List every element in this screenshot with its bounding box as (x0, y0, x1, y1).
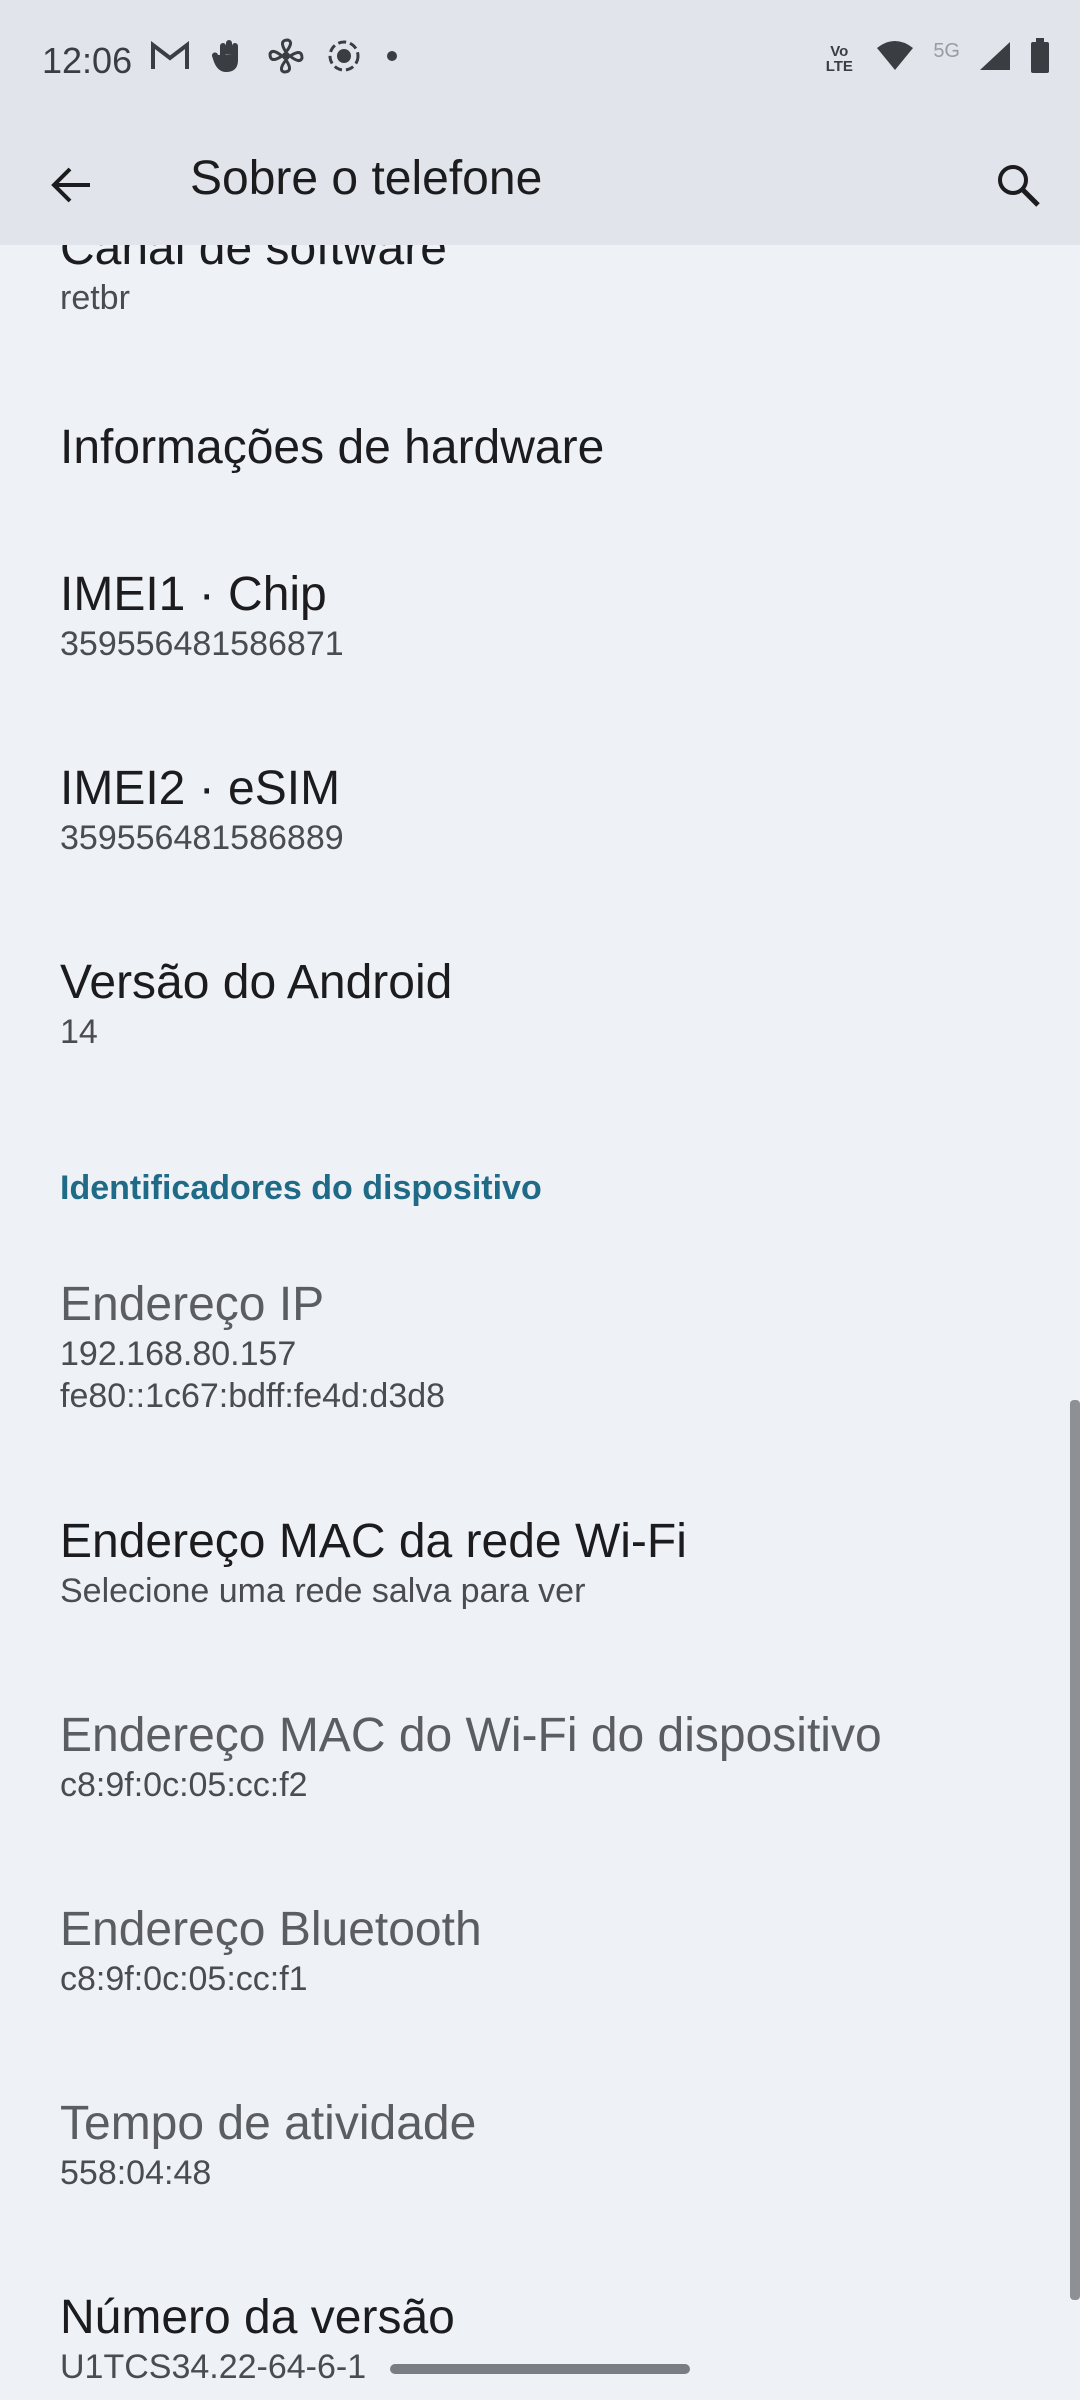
gesture-nav-handle[interactable] (390, 2364, 690, 2374)
item-title: Endereço IP (60, 1278, 325, 1331)
search-button[interactable] (986, 153, 1050, 217)
search-icon (998, 165, 1040, 207)
app-bar: Sobre o telefone (0, 125, 1080, 245)
item-title: IMEI2 · eSIM (60, 762, 341, 815)
item-title: Tempo de atividade (60, 2097, 477, 2150)
item-title: Versão do Android (60, 956, 453, 1009)
list-item-software-channel[interactable]: Canal de software retbr (60, 245, 1040, 319)
item-title: Endereço Bluetooth (60, 1903, 482, 1956)
list-item-ip-address[interactable]: Endereço IP 192.168.80.157 fe80::1c67:bd… (60, 1277, 1040, 1417)
item-summary: c8:9f:0c:05:cc:f2 (60, 1766, 308, 1804)
wifi-icon (875, 40, 915, 77)
list-item-wifi-mac[interactable]: Endereço MAC da rede Wi-Fi Selecione uma… (60, 1514, 1040, 1612)
item-summary-secondary: fe80::1c67:bdff:fe4d:d3d8 (60, 1377, 446, 1415)
settings-list[interactable]: Canal de software retbr Informações de h… (0, 245, 1080, 2400)
item-summary: Selecione uma rede salva para ver (60, 1572, 586, 1610)
battery-icon (1030, 38, 1050, 79)
network-type-icon: 5G (933, 40, 960, 62)
volte-icon: Vo LTE (825, 42, 853, 75)
status-time: 12:06 (42, 40, 133, 81)
item-summary: 359556481586889 (60, 819, 344, 857)
item-title: IMEI1 · Chip (60, 568, 327, 621)
gmail-icon (150, 40, 190, 76)
dot-icon (384, 48, 400, 69)
item-summary: 192.168.80.157 (60, 1335, 297, 1373)
screen-record-icon (326, 38, 362, 79)
list-item-uptime[interactable]: Tempo de atividade 558:04:48 (60, 2096, 1040, 2194)
arrow-left-icon (51, 167, 90, 203)
item-title: Número da versão (60, 2291, 455, 2344)
list-item-android-version[interactable]: Versão do Android 14 (60, 955, 1040, 1053)
hand-icon (211, 38, 246, 79)
item-summary: c8:9f:0c:05:cc:f1 (60, 1960, 308, 1998)
item-summary: 14 (60, 1013, 98, 1051)
status-bar: 12:06 Vo LTE 5G (0, 0, 1080, 125)
scrollbar[interactable] (1070, 1400, 1080, 2300)
item-summary: retbr (60, 279, 130, 317)
item-summary: 558:04:48 (60, 2154, 212, 2192)
list-item-bluetooth-address[interactable]: Endereço Bluetooth c8:9f:0c:05:cc:f1 (60, 1902, 1040, 2000)
back-button[interactable] (40, 153, 104, 217)
item-title: Canal de software (60, 245, 447, 275)
item-title: Endereço MAC do Wi-Fi do dispositivo (60, 1709, 882, 1762)
section-header: Identificadores do dispositivo (60, 1169, 542, 1207)
system-icons: Vo LTE 5G (821, 38, 1050, 79)
signal-icon (978, 40, 1012, 77)
list-item-hardware-info[interactable]: Informações de hardware (60, 420, 1040, 476)
item-title: Informações de hardware (60, 421, 605, 474)
page-title: Sobre o telefone (190, 152, 543, 205)
item-summary: 359556481586871 (60, 625, 344, 663)
item-title: Endereço MAC da rede Wi-Fi (60, 1515, 687, 1568)
fan-icon (268, 38, 304, 79)
list-item-imei1[interactable]: IMEI1 · Chip 359556481586871 (60, 567, 1040, 665)
list-item-device-wifi-mac[interactable]: Endereço MAC do Wi-Fi do dispositivo c8:… (60, 1708, 1040, 1806)
notification-icons (150, 38, 400, 79)
list-item-imei2[interactable]: IMEI2 · eSIM 359556481586889 (60, 761, 1040, 859)
